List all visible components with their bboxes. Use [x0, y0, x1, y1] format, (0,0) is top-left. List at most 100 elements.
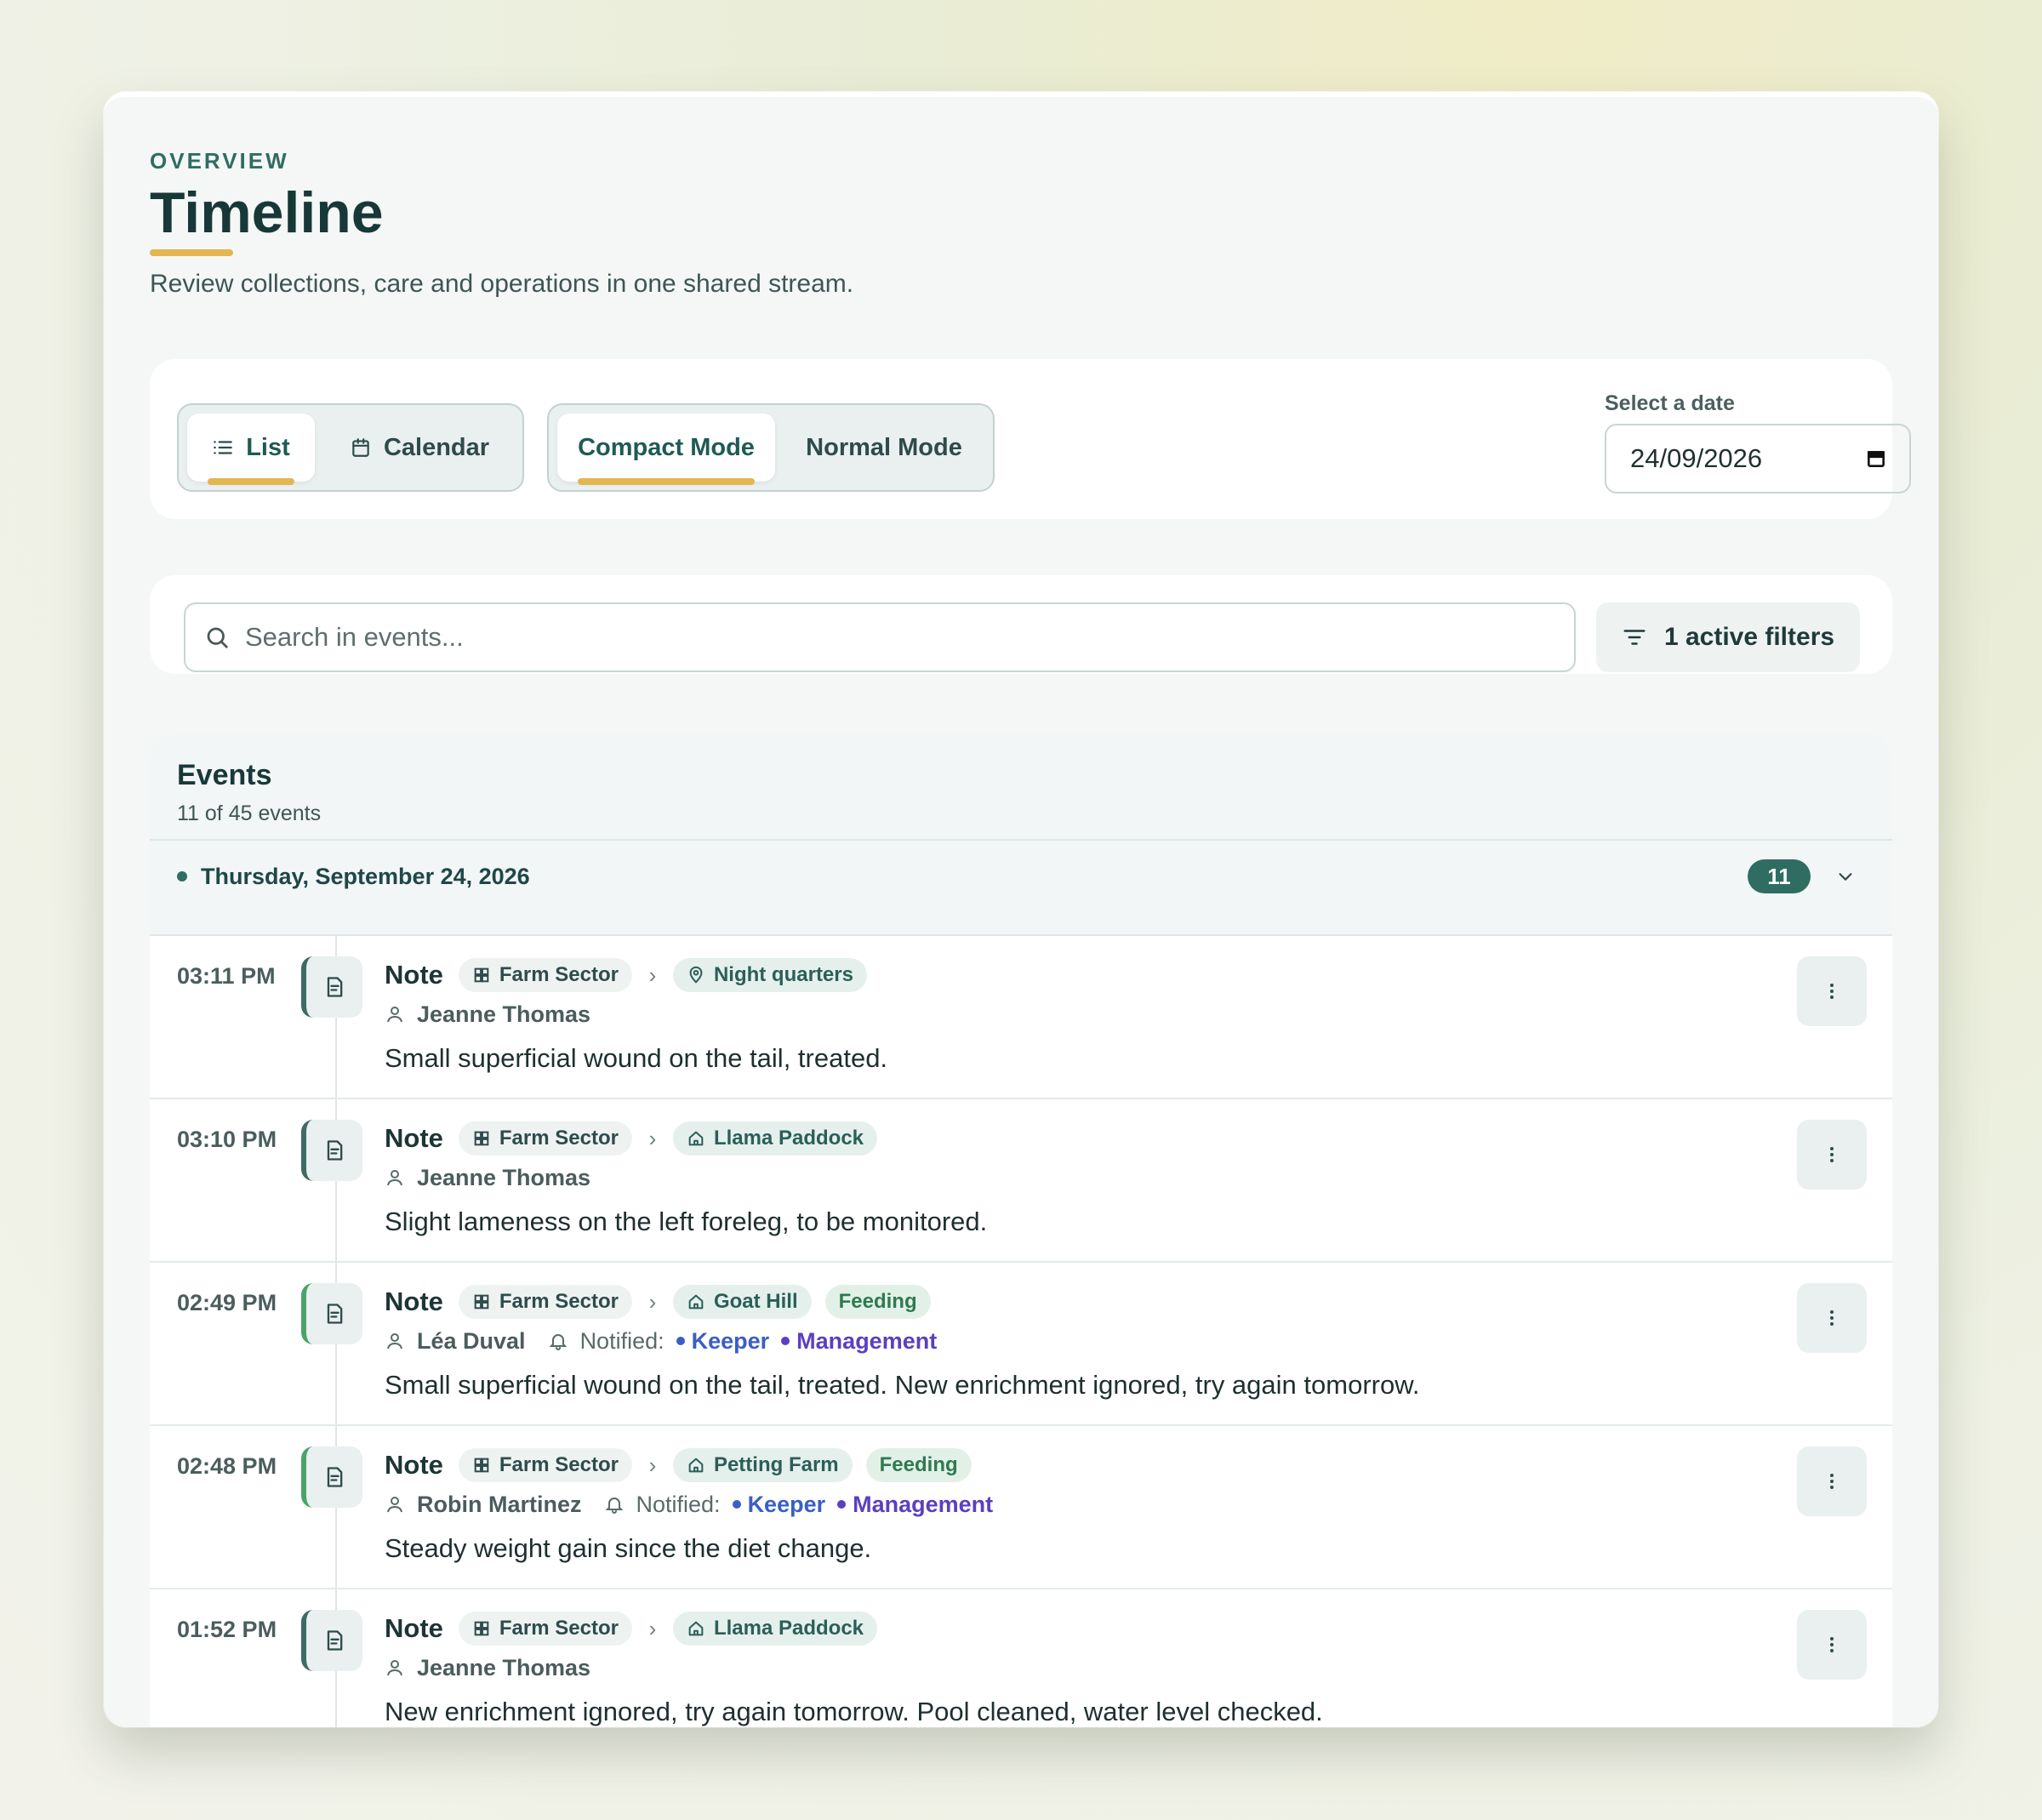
event-list: 03:11 PM Note Farm Sector › Night quarte… — [150, 936, 1892, 1727]
view-toolbar: List Calendar Compact Mode Normal Mode S… — [150, 359, 1911, 519]
filters-label: 1 active filters — [1663, 623, 1835, 651]
tag-chip[interactable]: Feeding — [824, 1285, 931, 1319]
bell-icon — [604, 1494, 625, 1515]
events-header: Events 11 of 45 events Thursday, Septemb… — [150, 733, 1892, 936]
home-icon — [687, 1619, 705, 1638]
recipient-dot — [837, 1500, 847, 1509]
day-dot — [177, 871, 187, 881]
event-description: Slight lameness on the left foreleg, to … — [385, 1207, 988, 1236]
event-content: Note Farm Sector › Goat Hill Feeding Léa… — [385, 1283, 1420, 1401]
date-value: 24/09/2026 — [1630, 443, 1763, 473]
more-options-button[interactable] — [1797, 1120, 1867, 1190]
event-people: Léa Duval Notified: Keeper Management — [385, 1322, 1420, 1360]
location-chip[interactable]: Goat Hill — [672, 1285, 812, 1319]
event-content: Note Farm Sector › Llama Paddock Jeanne … — [385, 1610, 1323, 1727]
grid-icon — [472, 1619, 491, 1638]
page-subtitle: Review collections, care and operations … — [150, 270, 854, 298]
location-label: Petting Farm — [713, 1453, 839, 1476]
location-label: Goat Hill — [713, 1290, 798, 1313]
home-icon — [687, 1292, 705, 1311]
notified-label: Notified: — [636, 1491, 721, 1517]
recipient-label: Keeper — [747, 1491, 826, 1517]
event-description: Small superficial wound on the tail, tre… — [385, 1043, 888, 1073]
grid-icon — [472, 1456, 491, 1475]
recipient-badge: Keeper — [676, 1328, 769, 1355]
sector-chip[interactable]: Farm Sector — [458, 1285, 632, 1319]
event-time: 02:49 PM — [177, 1290, 277, 1315]
more-options-button[interactable] — [1797, 1610, 1867, 1680]
event-row[interactable]: 02:49 PM Note Farm Sector › Goat Hill Fe… — [150, 1263, 1892, 1426]
event-row[interactable]: 02:48 PM Note Farm Sector › Petting Farm… — [150, 1426, 1892, 1589]
author-name: Robin Martinez — [417, 1491, 582, 1517]
chevron-right-icon: › — [648, 961, 657, 988]
event-type: Note — [385, 960, 443, 990]
sector-label: Farm Sector — [499, 1617, 619, 1640]
event-row[interactable]: 03:10 PM Note Farm Sector › Llama Paddoc… — [150, 1099, 1892, 1263]
more-vertical-icon — [1822, 1144, 1842, 1165]
sector-chip[interactable]: Farm Sector — [458, 958, 632, 992]
author-name: Jeanne Thomas — [417, 1164, 591, 1190]
more-vertical-icon — [1822, 1308, 1842, 1328]
calendar-icon — [350, 436, 372, 459]
location-chip[interactable]: Llama Paddock — [672, 1121, 878, 1155]
normal-mode-label: Normal Mode — [806, 433, 962, 461]
event-meta: Note Farm Sector › Goat Hill Feeding — [385, 1283, 1420, 1321]
calendar-view-button[interactable]: Calendar — [323, 414, 516, 482]
filters-button[interactable]: 1 active filters — [1596, 602, 1860, 672]
event-meta: Note Farm Sector › Llama Paddock — [385, 1120, 987, 1157]
user-icon — [385, 1494, 405, 1515]
chevron-right-icon: › — [648, 1288, 657, 1315]
events-count: 11 of 45 events — [177, 802, 322, 825]
location-chip[interactable]: Llama Paddock — [672, 1612, 878, 1646]
search-card: Search in events... 1 active filters — [150, 575, 1892, 674]
search-icon — [204, 625, 230, 650]
day-group-header[interactable]: Thursday, September 24, 2026 11 — [150, 839, 1892, 912]
sector-label: Farm Sector — [499, 1453, 619, 1476]
recipient-dot — [676, 1337, 685, 1345]
chevron-right-icon: › — [648, 1615, 657, 1641]
location-chip[interactable]: Petting Farm — [672, 1448, 853, 1482]
chevron-right-icon: › — [648, 1125, 657, 1151]
sector-chip[interactable]: Farm Sector — [458, 1448, 632, 1482]
user-icon — [385, 1004, 405, 1024]
event-type: Note — [385, 1450, 443, 1480]
page-overline: OVERVIEW — [150, 148, 289, 174]
search-input[interactable]: Search in events... — [184, 602, 1576, 672]
user-icon — [385, 1167, 405, 1188]
bell-icon — [548, 1331, 568, 1351]
page-title: Timeline — [150, 180, 384, 245]
sector-chip[interactable]: Farm Sector — [458, 1121, 632, 1155]
user-icon — [385, 1331, 405, 1351]
location-label: Llama Paddock — [713, 1127, 864, 1150]
sector-chip[interactable]: Farm Sector — [458, 1612, 632, 1646]
notified-label: Notified: — [579, 1327, 665, 1354]
note-icon — [301, 1283, 362, 1344]
chevron-down-icon[interactable] — [1836, 867, 1855, 886]
page-header: OVERVIEW Timeline Review collections, ca… — [150, 148, 853, 299]
compact-mode-button[interactable]: Compact Mode — [557, 414, 775, 485]
view-toggle: List Calendar — [177, 403, 524, 492]
normal-mode-button[interactable]: Normal Mode — [784, 414, 984, 482]
more-options-button[interactable] — [1797, 1446, 1867, 1516]
location-chip[interactable]: Night quarters — [672, 958, 867, 992]
day-count-badge: 11 — [1748, 859, 1811, 893]
event-people: Jeanne Thomas — [385, 1159, 987, 1196]
home-icon — [687, 1129, 705, 1148]
more-options-button[interactable] — [1797, 956, 1867, 1026]
calendar-picker-icon[interactable] — [1865, 448, 1887, 470]
date-picker-label: Select a date — [1605, 391, 1735, 415]
event-description: Small superficial wound on the tail, tre… — [385, 1370, 1420, 1400]
list-view-button[interactable]: List — [187, 414, 315, 485]
more-options-button[interactable] — [1797, 1283, 1867, 1353]
event-meta: Note Farm Sector › Llama Paddock — [385, 1610, 1323, 1647]
recipient-dot — [732, 1500, 741, 1509]
event-row[interactable]: 01:52 PM Note Farm Sector › Llama Paddoc… — [150, 1589, 1892, 1727]
event-meta: Note Farm Sector › Petting Farm Feeding — [385, 1446, 993, 1484]
location-label: Night quarters — [713, 963, 853, 986]
tag-chip[interactable]: Feeding — [865, 1448, 972, 1482]
mode-toggle: Compact Mode Normal Mode — [547, 403, 995, 492]
date-input[interactable]: 24/09/2026 — [1605, 424, 1911, 494]
event-time: 02:48 PM — [177, 1453, 277, 1479]
event-row[interactable]: 03:11 PM Note Farm Sector › Night quarte… — [150, 936, 1892, 1099]
recipient-badge: Keeper — [732, 1491, 826, 1518]
